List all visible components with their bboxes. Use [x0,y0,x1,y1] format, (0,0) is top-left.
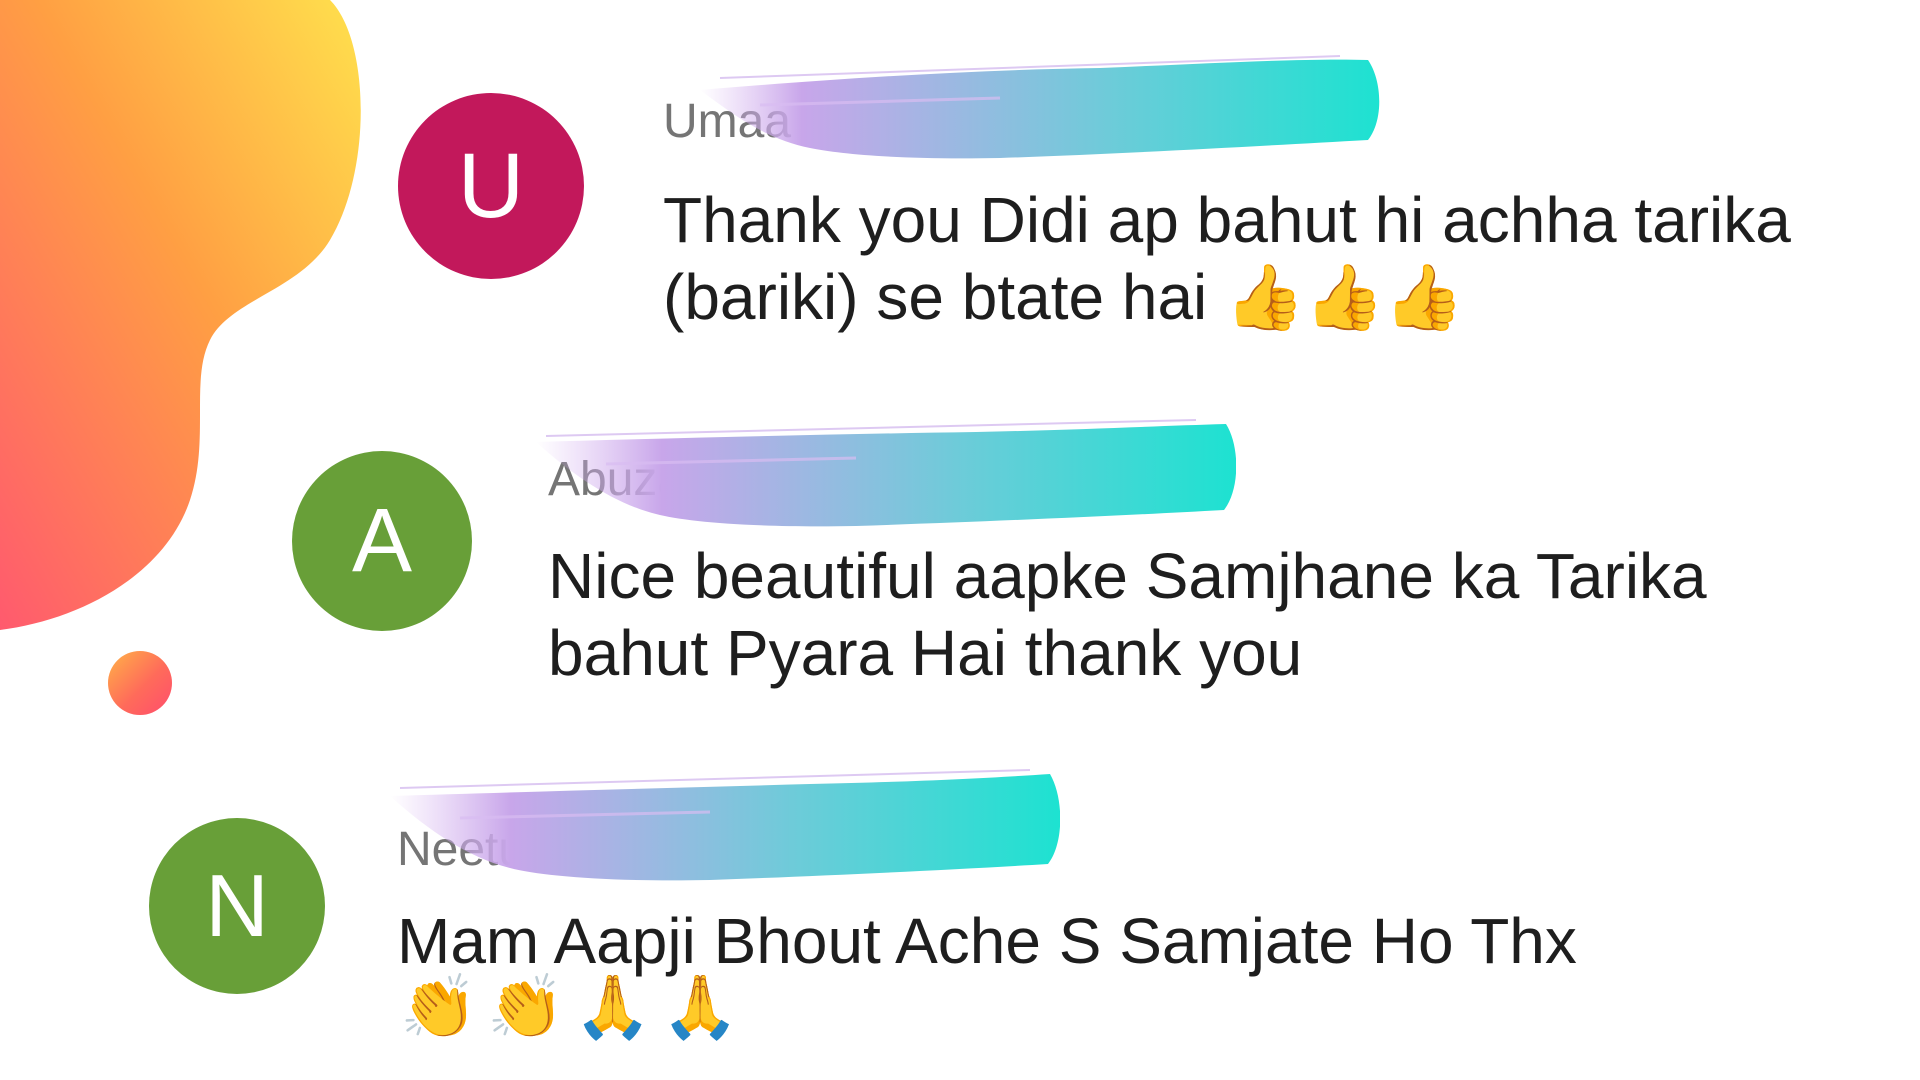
thumbs-up-icon: 👍 [1384,261,1465,336]
redaction-brush-stroke [390,769,1060,881]
avatar-letter: A [351,490,413,591]
clapping-hands-icon: 👏 [487,970,565,1043]
emoji-reactions: 👏 👏 🙏 🙏 [400,970,749,1044]
avatar[interactable]: N [149,818,325,994]
thumbs-up-icon: 👍 [1225,261,1305,336]
comment-text: Mam Aapji Bhout Ache S Samjate Ho Thx [397,905,1577,977]
comment-text: Nice beautiful aapke Samjhane ka Tarika … [548,540,1707,690]
thumbs-up-icon: 👍 [1304,261,1385,336]
redaction-brush-stroke [536,419,1236,527]
folded-hands-icon: 🙏 [574,970,652,1043]
decorative-dot [108,651,172,715]
redaction-brush-stroke [700,55,1380,159]
folded-hands-icon: 🙏 [661,970,739,1043]
avatar[interactable]: A [292,451,472,631]
clapping-hands-icon: 👏 [400,970,478,1043]
avatar-letter: U [457,134,525,237]
avatar[interactable]: U [398,93,584,279]
comment-text: Thank you Didi ap bahut hi achha tarika … [663,182,1863,338]
avatar-letter: N [205,856,269,955]
